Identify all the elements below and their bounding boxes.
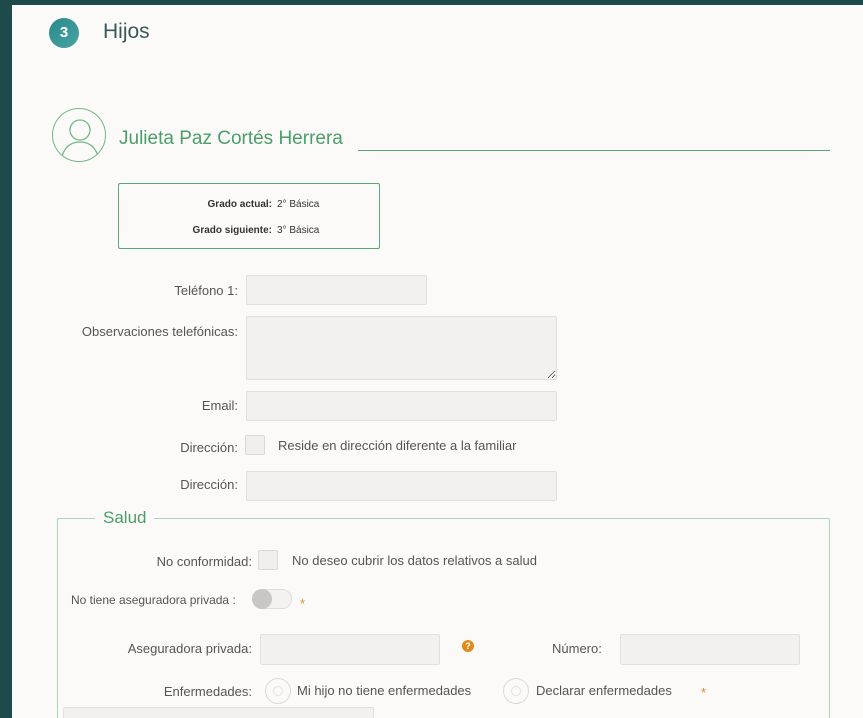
- no-conformity-checkbox[interactable]: [258, 550, 278, 570]
- different-address-text: Reside en dirección diferente a la famil…: [278, 438, 517, 453]
- grade-next-value: 3° Básica: [277, 225, 320, 236]
- grade-current-label: Grado actual:: [207, 199, 272, 210]
- option-no-diseases-label: Mi hijo no tiene enfermedades: [297, 683, 472, 698]
- different-address-checkbox[interactable]: [245, 435, 265, 455]
- address-check-label: Dirección:: [180, 440, 238, 455]
- toggle-knob: [252, 589, 272, 609]
- step-number-badge: 3: [49, 18, 79, 48]
- address-input[interactable]: [246, 471, 557, 501]
- form-panel: 3 Hijos Julieta Paz Cortés Herrera Grado…: [12, 5, 863, 718]
- phone-notes-textarea[interactable]: [246, 316, 557, 380]
- health-legend: Salud: [95, 508, 155, 528]
- phone-input[interactable]: [246, 275, 427, 305]
- required-marker: *: [300, 596, 306, 611]
- insurer-input[interactable]: [260, 634, 440, 665]
- insurer-label: Aseguradora privada:: [127, 641, 252, 656]
- person-silhouette-icon: [52, 108, 106, 162]
- radio-no-diseases[interactable]: [265, 678, 291, 704]
- no-conformity-label: No conformidad:: [156, 554, 252, 569]
- radio-declare-diseases[interactable]: [503, 678, 529, 704]
- name-divider: [358, 150, 830, 151]
- phone-label: Teléfono 1:: [174, 283, 238, 298]
- number-input[interactable]: [620, 634, 800, 665]
- address-label: Dirección:: [180, 477, 238, 492]
- grade-info-box: Grado actual: 2° Básica Grado siguiente:…: [118, 183, 380, 249]
- grade-current-value: 2° Básica: [277, 199, 320, 210]
- diseases-label: Enfermedades:: [163, 684, 252, 699]
- section-title: Hijos: [103, 20, 150, 43]
- option-declare-diseases-label: Declarar enfermedades: [536, 683, 672, 698]
- question-circle-icon[interactable]: ?: [462, 640, 474, 652]
- no-conformity-text: No deseo cubrir los datos relativos a sa…: [292, 553, 537, 568]
- email-input[interactable]: [246, 391, 557, 421]
- phone-notes-label: Observaciones telefónicas:: [81, 324, 238, 339]
- grade-next-label: Grado siguiente:: [192, 225, 272, 236]
- no-insurer-label: No tiene aseguradora privada :: [71, 593, 236, 607]
- diseases-detail-input[interactable]: [63, 707, 374, 718]
- email-label: Email:: [201, 398, 238, 413]
- number-label: Número:: [552, 641, 602, 656]
- child-name: Julieta Paz Cortés Herrera: [119, 128, 343, 149]
- diseases-required-marker: *: [701, 685, 707, 700]
